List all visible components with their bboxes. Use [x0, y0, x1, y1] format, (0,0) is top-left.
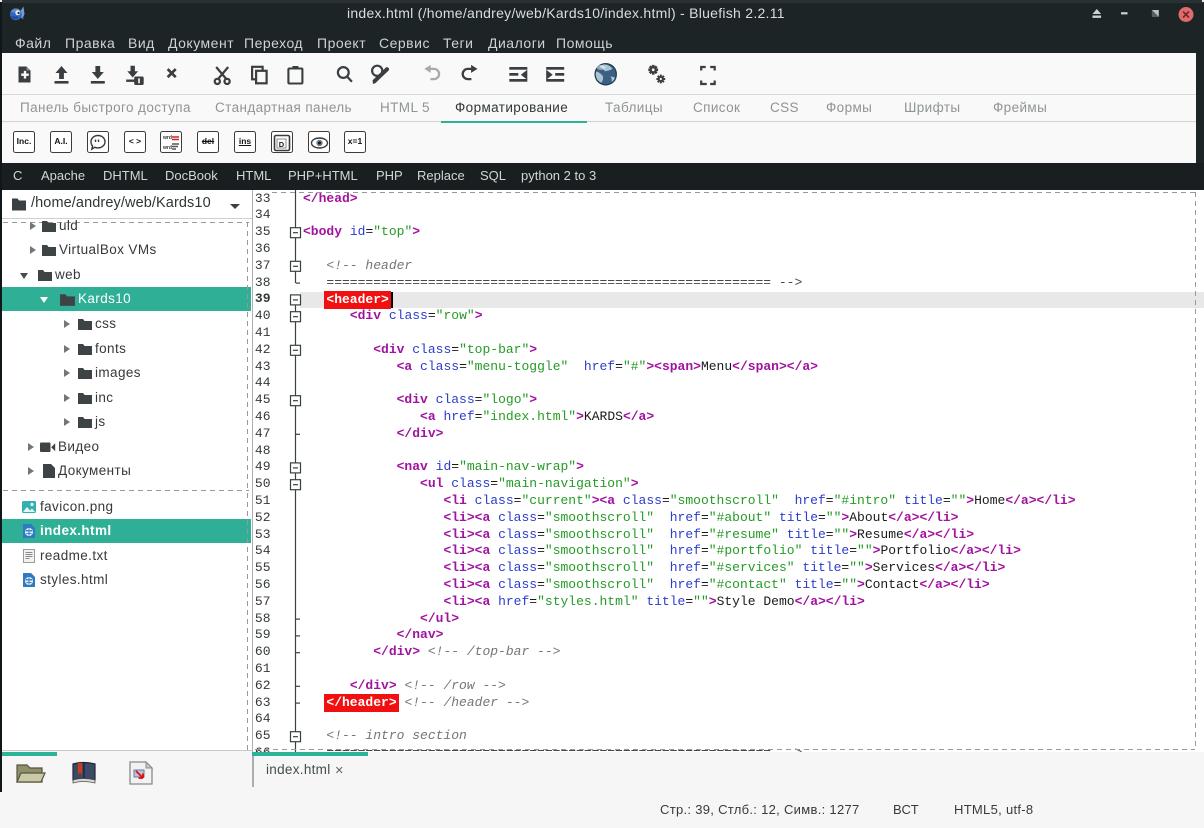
svg-text:wrd: wrd	[162, 135, 172, 141]
svg-text:wrd: wrd	[162, 145, 172, 151]
svg-text:D: D	[279, 140, 285, 149]
